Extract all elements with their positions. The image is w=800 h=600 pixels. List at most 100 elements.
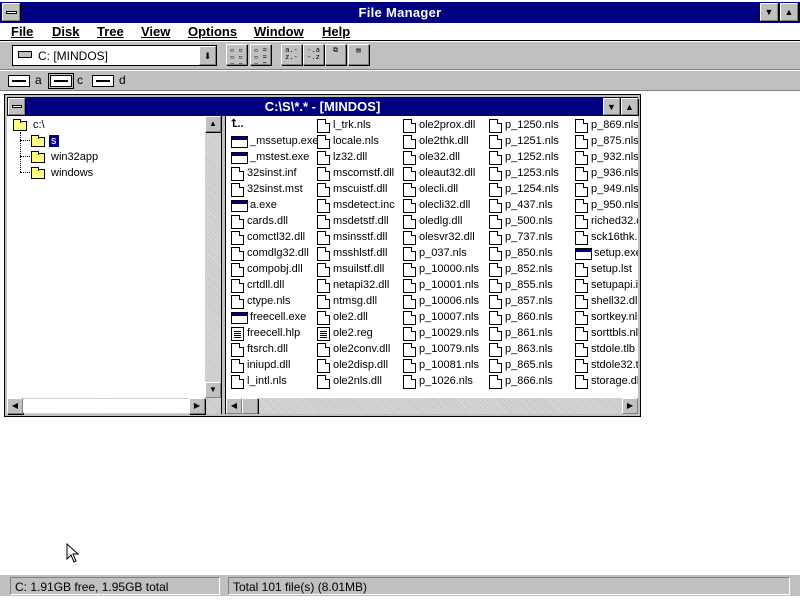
drive-c-button[interactable]: c [48, 73, 86, 89]
open-folder-icon [31, 135, 45, 147]
sort-by-type-icon[interactable]: -.a -.z [303, 44, 324, 65]
directory-maximize-button[interactable]: ▲ [621, 98, 638, 115]
menu-bar: File Disk Tree View Options Window Help [0, 23, 800, 41]
drive-a-label: a [35, 73, 42, 87]
file-name: freecell.exe [250, 311, 307, 323]
directory-minimize-button[interactable]: ▼ [603, 98, 620, 115]
file-name: ntmsg.dll [333, 295, 378, 307]
details-view-icon[interactable]: ▫ = ▫ = ▫ = [250, 44, 271, 65]
directory-window-title: C:\S\*.* - [MINDOS] [264, 99, 381, 114]
file-icon [403, 343, 416, 357]
file-name: p_855.nls [505, 279, 553, 291]
scroll-left-icon[interactable]: ◀ [7, 398, 23, 414]
file-name: olecli.dll [419, 183, 459, 195]
file-icon [403, 279, 416, 293]
file-name: mscomstf.dll [333, 167, 395, 179]
maximize-button[interactable]: ▲ [780, 3, 798, 21]
dropdown-arrow-icon[interactable]: ⬇ [199, 46, 216, 65]
file-name: p_1253.nls [505, 167, 559, 179]
file-icon [403, 359, 416, 373]
file-icon [231, 247, 244, 261]
drive-d-button[interactable]: d [92, 73, 128, 89]
menu-disk[interactable]: Disk [52, 24, 79, 39]
menu-options[interactable]: Options [188, 24, 237, 39]
file-horizontal-scrollbar[interactable]: ◀ ▶ [226, 398, 638, 414]
tree-connector [20, 140, 30, 141]
file-name: oledlg.dll [419, 215, 463, 227]
file-icon [403, 295, 416, 309]
file-icon [575, 199, 588, 213]
file-icon [403, 167, 416, 181]
file-name: p_437.nls [505, 199, 553, 211]
program-file-icon [231, 136, 248, 148]
menu-window[interactable]: Window [254, 24, 304, 39]
new-window-icon[interactable]: ⧉ [325, 44, 346, 65]
file-name: p_875.nls [591, 135, 638, 147]
directory-window-titlebar[interactable]: C:\S\*.* - [MINDOS] ▼ ▲ [7, 97, 638, 116]
drive-a-button[interactable]: a [8, 73, 44, 89]
menu-tree[interactable]: Tree [97, 24, 124, 39]
scroll-up-icon[interactable]: ▲ [205, 116, 221, 132]
file-name: iniupd.dll [247, 359, 291, 371]
file-icon [403, 183, 416, 197]
file-icon [489, 135, 502, 149]
file-name: ole2disp.dll [333, 359, 389, 371]
parent-directory-item[interactable]: ⮤.. [231, 118, 244, 134]
folder-icon [31, 167, 45, 179]
file-icon [317, 231, 330, 245]
scroll-left-icon[interactable]: ◀ [226, 398, 242, 414]
file-name: msinsstf.dll [333, 231, 388, 243]
file-name: compobj.dll [247, 263, 303, 275]
menu-file[interactable]: File [11, 24, 33, 39]
file-name: setup.exe [594, 247, 638, 259]
file-icon [317, 199, 330, 213]
menu-help[interactable]: Help [322, 24, 350, 39]
scroll-down-icon[interactable]: ▼ [205, 382, 221, 398]
file-icon [575, 375, 588, 389]
file-icon [317, 375, 330, 389]
file-icon [575, 215, 588, 229]
file-name: msdetstf.dll [333, 215, 389, 227]
file-icon [575, 263, 588, 277]
file-icon [575, 183, 588, 197]
file-name: ole32.dll [419, 151, 460, 163]
minimize-button[interactable]: ▼ [760, 3, 778, 21]
properties-icon[interactable]: ▤ [348, 44, 369, 65]
file-icon [489, 247, 502, 261]
sort-by-name-icon[interactable]: a.- z.- [281, 44, 302, 65]
file-name: l_trk.nls [333, 119, 371, 131]
file-icon [403, 311, 416, 325]
file-name: p_857.nls [505, 295, 553, 307]
file-icon [489, 375, 502, 389]
tree-horizontal-scrollbar[interactable]: ◀ ▶ [7, 398, 221, 414]
scroll-right-icon[interactable]: ▶ [622, 398, 638, 414]
file-name: p_861.nls [505, 327, 553, 339]
file-name: p_10029.nls [419, 327, 479, 339]
file-name: msuilstf.dll [333, 263, 385, 275]
file-icon [231, 375, 244, 389]
drive-select[interactable]: C: [MINDOS] ⬇ [12, 45, 217, 66]
file-icon [231, 167, 244, 181]
toolbar: C: [MINDOS] ⬇ ▫ ▫ ▫ ▫ ▫ ▫ ▫ = ▫ = ▫ = a.- z.-… [0, 42, 800, 70]
tree-connector [20, 132, 21, 172]
file-name: riched32.dll [591, 215, 638, 227]
scroll-thumb[interactable] [23, 399, 189, 413]
tree-view-icon[interactable]: ▫ ▫ ▫ ▫ ▫ ▫ [226, 44, 247, 65]
scroll-right-icon[interactable]: ▶ [189, 398, 205, 414]
file-icon [575, 119, 588, 133]
tree-connector [20, 172, 30, 173]
file-name: stdole32.tlb [591, 359, 638, 371]
disk-space-status: C: 1.91GB free, 1.95GB total [10, 577, 220, 595]
folder-icon [31, 151, 45, 163]
file-icon [317, 359, 330, 373]
file-name: olecli32.dll [419, 199, 471, 211]
tree-vertical-scrollbar[interactable]: ▲ ▼ [205, 116, 221, 398]
menu-view[interactable]: View [141, 24, 170, 39]
scroll-thumb[interactable] [242, 398, 258, 414]
file-list[interactable]: ⮤.. _mssetup.exe _mstest.exe 32sinst.inf 32s… [226, 116, 638, 414]
file-name: _mstest.exe [250, 151, 310, 163]
directory-tree[interactable]: c:\ s win32app windows ▲ ▼ ◀ ▶ [7, 116, 222, 414]
file-name: p_10007.nls [419, 311, 479, 323]
file-icon [489, 311, 502, 325]
file-icon [231, 183, 244, 197]
